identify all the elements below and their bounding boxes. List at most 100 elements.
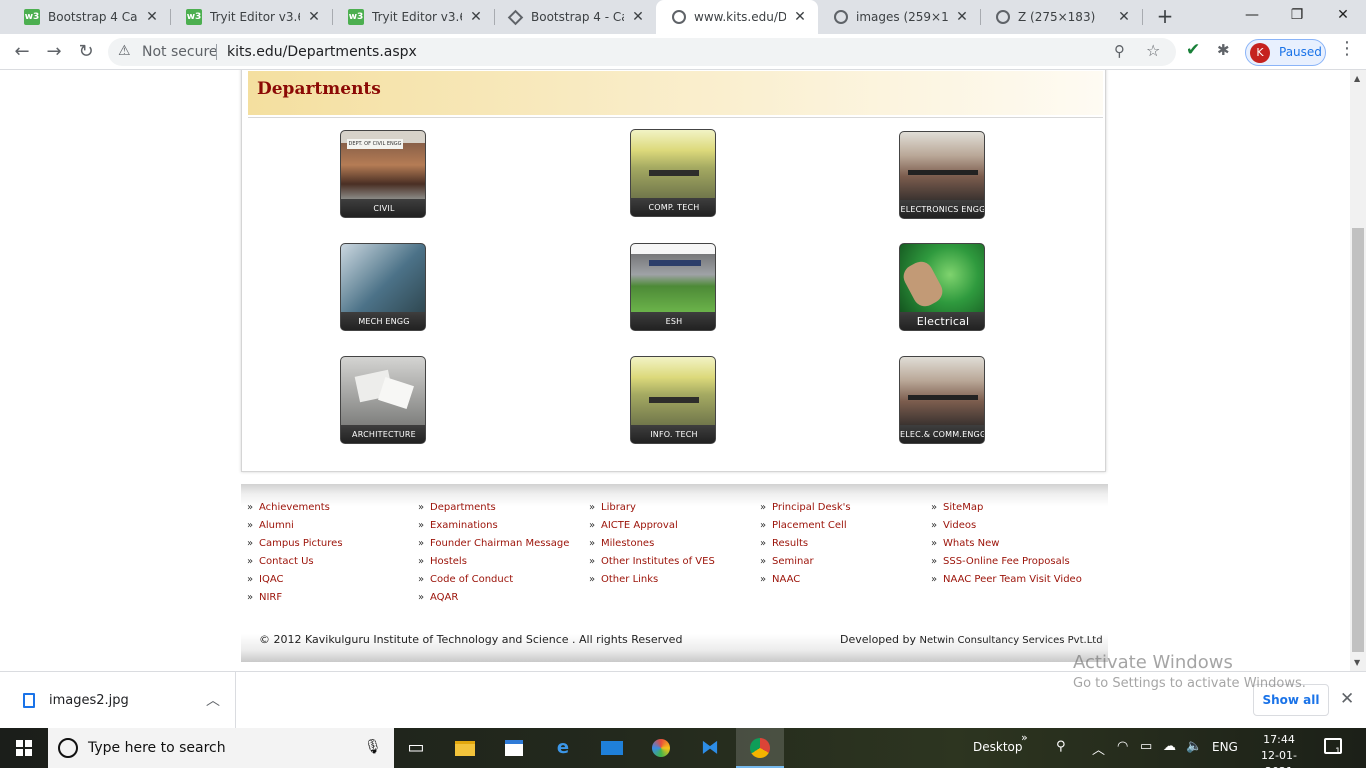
close-icon[interactable]: ✕ — [468, 9, 484, 25]
developer-link[interactable]: Netwin Consultancy Services Pvt.Ltd — [920, 635, 1103, 646]
download-filename[interactable]: images2.jpg — [49, 693, 129, 708]
restore-button[interactable]: ❐ — [1274, 0, 1320, 30]
footer-link[interactable]: » SSS-Online Fee Proposals — [931, 553, 1082, 571]
extensions-puzzle-icon[interactable]: ✱ — [1217, 41, 1230, 59]
search-placeholder[interactable]: Type here to search — [88, 740, 226, 756]
chevron-up-icon[interactable]: ︿ — [1092, 739, 1105, 758]
start-button[interactable] — [0, 728, 48, 768]
task-view-icon[interactable]: ▭ — [392, 728, 440, 768]
kebab-menu-icon[interactable]: ⋮ — [1338, 40, 1356, 58]
footer-link[interactable]: » Campus Pictures — [247, 535, 343, 553]
zoom-icon[interactable]: ⚲ — [1114, 42, 1125, 60]
footer-link[interactable]: » Videos — [931, 517, 1082, 535]
profile-button[interactable]: K Paused — [1245, 39, 1326, 66]
show-all-button[interactable]: Show all — [1253, 684, 1329, 716]
close-icon[interactable]: ✕ — [1340, 689, 1354, 709]
mail-icon[interactable] — [588, 728, 636, 768]
dept-tile-civil[interactable]: DEPT. OF CIVIL ENGG CIVIL — [340, 130, 426, 218]
security-label[interactable]: Not secure — [142, 44, 218, 60]
page-scrollbar[interactable]: ▲ ▼ — [1350, 70, 1366, 671]
extension-check-icon[interactable]: ✔ — [1186, 40, 1200, 60]
minimize-button[interactable]: — — [1229, 0, 1275, 30]
paint-icon[interactable] — [637, 728, 685, 768]
tab-bootstrap-cards[interactable]: w3 Bootstrap 4 Cards ✕ — [8, 0, 170, 34]
file-explorer-icon[interactable] — [441, 728, 489, 768]
microphone-icon[interactable]: 🎙 — [364, 739, 382, 755]
dept-tile-mech[interactable]: MECH ENGG — [340, 243, 426, 331]
footer-link[interactable]: » Alumni — [247, 517, 343, 535]
tab-z-image[interactable]: Z (275×183) ✕ — [980, 0, 1142, 34]
tab-tryit-editor-1[interactable]: w3 Tryit Editor v3.6 ✕ — [170, 0, 332, 34]
footer-link[interactable]: » Milestones — [589, 535, 715, 553]
footer-link[interactable]: » NIRF — [247, 589, 343, 607]
close-icon[interactable]: ✕ — [630, 9, 646, 25]
close-icon[interactable]: ✕ — [954, 9, 970, 25]
system-clock[interactable]: 17:44 12-01-2021 — [1250, 732, 1308, 768]
dept-tile-architecture[interactable]: ARCHITECTURE — [340, 356, 426, 444]
footer-link[interactable]: » AICTE Approval — [589, 517, 715, 535]
scroll-down-icon[interactable]: ▼ — [1354, 658, 1360, 667]
footer-link[interactable]: » Code of Conduct — [418, 571, 569, 589]
dept-tile-comp-tech[interactable]: COMP. TECH — [630, 129, 716, 217]
dept-tile-info-tech[interactable]: INFO. TECH — [630, 356, 716, 444]
language-indicator[interactable]: ENG — [1212, 740, 1238, 754]
close-icon[interactable]: ✕ — [144, 9, 160, 25]
footer-link[interactable]: » Seminar — [760, 553, 851, 571]
footer-link[interactable]: » Placement Cell — [760, 517, 851, 535]
tab-images[interactable]: images (259×194) ✕ — [818, 0, 980, 34]
forward-button[interactable]: → — [40, 38, 68, 66]
footer-link[interactable]: » Hostels — [418, 553, 569, 571]
footer-link[interactable]: » AQAR — [418, 589, 569, 607]
close-window-button[interactable]: ✕ — [1320, 0, 1366, 30]
notification-center-icon[interactable]: 1 — [1324, 738, 1342, 757]
footer-link[interactable]: » SiteMap — [931, 499, 1082, 517]
close-icon[interactable]: ✕ — [1116, 9, 1132, 25]
bookmark-star-icon[interactable]: ☆ — [1146, 41, 1160, 60]
battery-icon[interactable]: ▭ — [1140, 739, 1152, 754]
dept-tile-elec-comm[interactable]: ELEC.& COMM.ENGG — [899, 356, 985, 444]
dept-tile-electronics[interactable]: ELECTRONICS ENGG — [899, 131, 985, 219]
footer-link[interactable]: » Other Links — [589, 571, 715, 589]
footer-link[interactable]: » Departments — [418, 499, 569, 517]
toolbar-expand-icon[interactable]: » — [1021, 731, 1028, 744]
footer-link[interactable]: » Principal Desk's — [760, 499, 851, 517]
new-tab-button[interactable]: + — [1152, 4, 1178, 30]
taskbar-search[interactable]: Type here to search 🎙 — [48, 728, 394, 768]
scroll-up-icon[interactable]: ▲ — [1354, 74, 1360, 83]
volume-icon[interactable]: 🔈 — [1186, 739, 1202, 754]
warning-icon[interactable]: ⚠ — [118, 43, 131, 59]
tab-bootstrap-card[interactable]: Bootstrap 4 - Card ✕ — [494, 0, 656, 34]
address-bar[interactable]: ⚠ Not secure kits.edu/Departments.aspx ⚲… — [108, 38, 1176, 66]
download-item[interactable]: images2.jpg ︿ — [0, 672, 236, 729]
footer-link[interactable]: » Achievements — [247, 499, 343, 517]
footer-link[interactable]: » Examinations — [418, 517, 569, 535]
footer-link[interactable]: » IQAC — [247, 571, 343, 589]
people-icon[interactable]: ⚲ — [1056, 739, 1066, 754]
footer-link[interactable]: » NAAC Peer Team Visit Video — [931, 571, 1082, 589]
footer-link[interactable]: » Library — [589, 499, 715, 517]
footer-link[interactable]: » Founder Chairman Message — [418, 535, 569, 553]
back-button[interactable]: ← — [8, 38, 36, 66]
footer-link[interactable]: » Whats New — [931, 535, 1082, 553]
close-icon[interactable]: ✕ — [792, 9, 808, 25]
store-icon[interactable] — [490, 728, 538, 768]
footer-link[interactable]: » Results — [760, 535, 851, 553]
chrome-icon[interactable] — [736, 728, 784, 768]
dept-tile-electrical[interactable]: Electrical — [899, 243, 985, 331]
close-icon[interactable]: ✕ — [306, 9, 322, 25]
onedrive-cloud-icon[interactable]: ☁ — [1163, 739, 1176, 754]
vscode-icon[interactable]: ⧓ — [686, 728, 734, 768]
footer-link[interactable]: » Other Institutes of VES — [589, 553, 715, 571]
footer-link[interactable]: » NAAC — [760, 571, 851, 589]
footer-link[interactable]: » Contact Us — [247, 553, 343, 571]
tab-kits-departments[interactable]: www.kits.edu/Dep ✕ — [656, 0, 818, 34]
desktop-toolbar-label[interactable]: Desktop — [973, 740, 1023, 754]
wifi-icon[interactable]: ◠ — [1117, 739, 1128, 754]
url-text[interactable]: kits.edu/Departments.aspx — [227, 44, 417, 60]
scrollbar-thumb[interactable] — [1352, 228, 1364, 652]
tab-tryit-editor-2[interactable]: w3 Tryit Editor v3.6 ✕ — [332, 0, 494, 34]
reload-button[interactable]: ↻ — [72, 38, 100, 66]
dept-tile-esh[interactable]: ESH — [630, 243, 716, 331]
edge-icon[interactable]: e — [539, 728, 587, 768]
chevron-up-icon[interactable]: ︿ — [206, 690, 220, 710]
